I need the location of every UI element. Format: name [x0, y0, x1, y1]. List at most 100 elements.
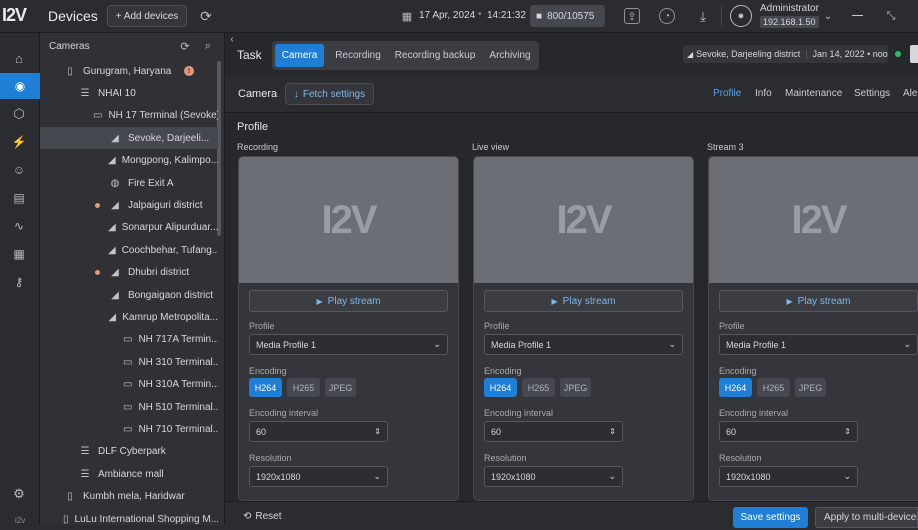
context-chip[interactable]: ◢ Sevoke, Darjeeling district | Jan 14, …	[683, 45, 888, 63]
tree-refresh-icon[interactable]: ⟳	[178, 39, 192, 53]
encoding-jpeg-chip[interactable]: JPEG	[325, 378, 356, 397]
subtab-info[interactable]: Info	[755, 88, 772, 99]
tab-archiving[interactable]: Archiving	[483, 44, 537, 67]
resolution-select[interactable]: 1920x1080 ⌄	[484, 466, 623, 487]
play-stream-button[interactable]: ▶ Play stream	[249, 290, 448, 312]
tree-item[interactable]: ◢ Dhubri district	[40, 262, 218, 284]
encoding-jpeg-chip[interactable]: JPEG	[560, 378, 591, 397]
play-icon: ▶	[551, 296, 558, 306]
tree-item[interactable]: ◢ Kamrup Metropolita...	[40, 306, 218, 328]
camera-icon[interactable]: ◉	[0, 73, 40, 99]
tree-item[interactable]: ◢ Mongpong, Kalimpo...	[40, 150, 218, 172]
tree-item[interactable]: ☰ DLF Cyberpark	[40, 441, 218, 463]
calendar-icon: ▦	[401, 10, 413, 23]
tree-item[interactable]: ◢ Sonarpur Alipurduar...	[40, 217, 218, 239]
tree-item-label: Ambiance mall	[98, 468, 164, 480]
bullet-icon: ◍	[110, 177, 120, 189]
subtab-settings[interactable]: Settings	[854, 88, 890, 99]
tree-item[interactable]: ◢ Bongaigaon district	[40, 284, 218, 306]
tree-item[interactable]: ▭ NH 310 Terminal...	[40, 351, 218, 373]
download-icon[interactable]: ⤓	[694, 7, 712, 25]
tree-item[interactable]: ◢ Jalpaiguri district	[40, 194, 218, 216]
profile-label: Profile	[249, 321, 275, 331]
subtab-profile[interactable]: Profile	[713, 88, 741, 99]
refresh-icon[interactable]: ⟳	[197, 7, 215, 25]
stream-card: I2V ▶ Play stream Profile Media Profile 1 ⌄ En…	[473, 156, 694, 501]
tree-item[interactable]: ▭ NH 510 Terminal...	[40, 396, 218, 418]
tree-item-label: Gurugram, Haryana	[83, 65, 172, 77]
top-bar: I2V Devices + Add devices ⟳ ▦ 17 Apr, 20…	[0, 0, 918, 33]
settings-icon[interactable]: ⚙	[10, 485, 28, 503]
tab-camera[interactable]: Camera	[275, 44, 324, 67]
i2v-logo[interactable]: I2V	[2, 5, 27, 26]
tree-item[interactable]: ◢ Sevoke, Darjeeli...	[40, 127, 218, 150]
fetch-settings-button[interactable]: ↓ Fetch settings	[285, 83, 374, 105]
folder-icon: ▭	[123, 356, 133, 368]
tree-item[interactable]: ▭ NH 310A Termin...	[40, 374, 218, 396]
tree-item[interactable]: ▭ NH 717A Termin...	[40, 329, 218, 351]
pulse-icon[interactable]: ∿	[10, 217, 28, 235]
tree-item[interactable]: ▭ NH 710 Terminal...	[40, 418, 218, 440]
resolution-select[interactable]: 1920x1080 ⌄	[249, 466, 388, 487]
context-menu-button[interactable]	[910, 45, 918, 63]
minimize-icon[interactable]	[852, 15, 863, 16]
speed-icon[interactable]: ◔	[659, 8, 675, 24]
encoding-h264-chip[interactable]: H264	[484, 378, 517, 397]
encoding-h264-chip[interactable]: H264	[719, 378, 752, 397]
profile-select[interactable]: Media Profile 1 ⌄	[249, 334, 448, 355]
building-icon: ▯	[67, 65, 73, 77]
alarm-icon[interactable]: ⚡	[10, 133, 28, 151]
encoding-interval-stepper[interactable]: 60 ⇕	[484, 421, 623, 442]
encoding-h265-chip[interactable]: H265	[287, 378, 320, 397]
home-icon[interactable]: ⌂	[10, 49, 28, 67]
tree-item[interactable]: ▭ NH 17 Terminal (Sevoke)	[40, 105, 218, 127]
play-label: Play stream	[327, 295, 381, 307]
export-icon[interactable]: ⇪	[624, 8, 640, 24]
calendar-nav-icon[interactable]: ▦	[10, 245, 28, 263]
time-text: 14:21:32	[487, 10, 526, 21]
reset-button[interactable]: ⟲ Reset	[243, 511, 282, 522]
add-devices-button[interactable]: + Add devices	[107, 5, 187, 27]
key-icon[interactable]: ⚷	[10, 273, 28, 291]
building-icon: ▯	[63, 513, 69, 525]
encoding-h265-chip[interactable]: H265	[522, 378, 555, 397]
tree-item[interactable]: ☰ NHAI 10	[40, 82, 218, 104]
resolution-label: Resolution	[249, 453, 292, 463]
tree-item-label: Coochbehar, Tufang...	[121, 244, 218, 256]
profile-select[interactable]: Media Profile 1 ⌄	[719, 334, 918, 355]
collapse-icon[interactable]: ‹	[227, 33, 237, 45]
encoding-h265-chip[interactable]: H265	[757, 378, 790, 397]
restore-icon[interactable]: ⤡	[883, 8, 899, 24]
tab-recording[interactable]: Recording	[328, 44, 388, 67]
encoding-interval-stepper[interactable]: 60 ⇕	[249, 421, 388, 442]
profile-select[interactable]: Media Profile 1 ⌄	[484, 334, 683, 355]
box-icon[interactable]: ⬡	[10, 105, 28, 123]
tree-item-label: Kumbh mela, Haridwar	[83, 491, 185, 503]
avatar[interactable]: ●	[730, 5, 752, 27]
tree-item[interactable]: ▯ LuLu International Shopping M...	[40, 508, 218, 530]
stream-card: I2V ▶ Play stream Profile Media Profile 1 ⌄ En…	[708, 156, 918, 501]
chevron-down-icon[interactable]: ⌄	[820, 8, 836, 24]
resolution-select[interactable]: 1920x1080 ⌄	[719, 466, 858, 487]
encoding-interval-label: Encoding interval	[719, 408, 789, 418]
play-stream-button[interactable]: ▶ Play stream	[484, 290, 683, 312]
encoding-interval-stepper[interactable]: 60 ⇕	[719, 421, 858, 442]
search-icon[interactable]: ⌕	[201, 39, 215, 53]
device-count: 800/10575	[547, 10, 595, 22]
tree-item[interactable]: ▯ Gurugram, Haryana!	[40, 60, 218, 82]
encoding-h264-chip[interactable]: H264	[249, 378, 282, 397]
tree-item[interactable]: ☰ Ambiance mall	[40, 463, 218, 485]
subtab-maintenance[interactable]: Maintenance	[785, 88, 842, 99]
subtab-ale[interactable]: Ale	[903, 88, 917, 99]
tree-item[interactable]: ◍ Fire Exit A	[40, 172, 218, 194]
server-icon[interactable]: ▤	[10, 189, 28, 207]
users-icon[interactable]: ☺	[10, 161, 28, 179]
tree-item[interactable]: ▯ Kumbh mela, Haridwar	[40, 486, 218, 508]
cam-icon: ◢	[111, 267, 119, 279]
tree-item[interactable]: ◢ Coochbehar, Tufang...	[40, 239, 218, 261]
encoding-jpeg-chip[interactable]: JPEG	[795, 378, 826, 397]
device-count-badge[interactable]: ■ 800/10575	[530, 5, 605, 27]
tab-recording-backup[interactable]: Recording backup	[389, 44, 481, 67]
folder-icon: ▭	[123, 423, 133, 435]
play-stream-button[interactable]: ▶ Play stream	[719, 290, 918, 312]
